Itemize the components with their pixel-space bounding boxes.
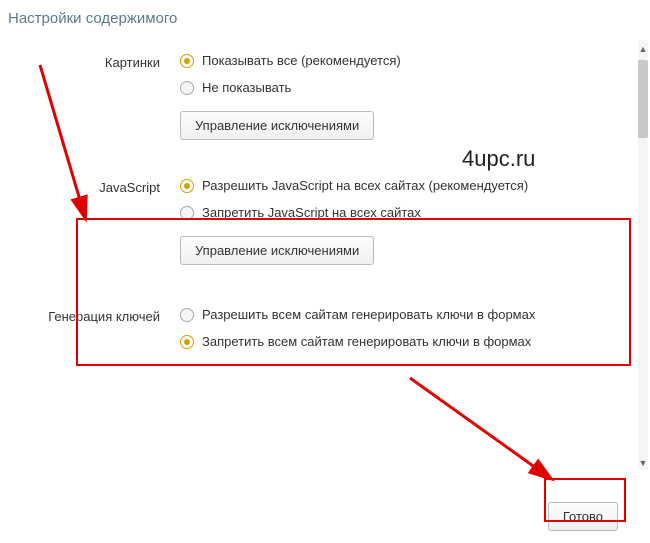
done-button[interactable]: Готово xyxy=(548,502,618,531)
section-images: Картинки Показывать все (рекомендуется) … xyxy=(0,45,650,148)
radio-images-show[interactable]: Показывать все (рекомендуется) xyxy=(180,53,650,68)
radio-label: Разрешить JavaScript на всех сайтах (рек… xyxy=(202,178,528,193)
section-javascript-body: Разрешить JavaScript на всех сайтах (рек… xyxy=(180,178,650,265)
scroll-down-icon[interactable]: ▼ xyxy=(638,458,648,468)
radio-icon xyxy=(180,81,194,95)
radio-icon xyxy=(180,179,194,193)
radio-label: Не показывать xyxy=(202,80,291,95)
section-keygen-label: Генерация ключей xyxy=(0,307,180,361)
section-keygen-body: Разрешить всем сайтам генерировать ключи… xyxy=(180,307,650,361)
radio-icon xyxy=(180,206,194,220)
radio-icon xyxy=(180,335,194,349)
radio-js-block[interactable]: Запретить JavaScript на всех сайтах xyxy=(180,205,650,220)
scrollbar-thumb[interactable] xyxy=(638,60,648,138)
radio-images-hide[interactable]: Не показывать xyxy=(180,80,650,95)
content-area: Картинки Показывать все (рекомендуется) … xyxy=(0,45,650,369)
radio-keygen-block[interactable]: Запретить всем сайтам генерировать ключи… xyxy=(180,334,650,349)
radio-label: Запретить всем сайтам генерировать ключи… xyxy=(202,334,531,349)
radio-icon xyxy=(180,54,194,68)
watermark-text: 4upc.ru xyxy=(462,146,535,172)
radio-label: Разрешить всем сайтам генерировать ключи… xyxy=(202,307,535,322)
manage-exceptions-button[interactable]: Управление исключениями xyxy=(180,236,374,265)
section-images-body: Показывать все (рекомендуется) Не показы… xyxy=(180,53,650,140)
section-javascript: JavaScript Разрешить JavaScript на всех … xyxy=(0,170,650,273)
section-images-label: Картинки xyxy=(0,53,180,140)
scroll-up-icon[interactable]: ▲ xyxy=(638,44,648,54)
section-keygen: Генерация ключей Разрешить всем сайтам г… xyxy=(0,299,650,369)
radio-label: Запретить JavaScript на всех сайтах xyxy=(202,205,421,220)
section-javascript-label: JavaScript xyxy=(0,178,180,265)
annotation-arrow-icon xyxy=(400,368,600,508)
radio-keygen-allow[interactable]: Разрешить всем сайтам генерировать ключи… xyxy=(180,307,650,322)
page-title: Настройки содержимого xyxy=(0,0,650,45)
radio-label: Показывать все (рекомендуется) xyxy=(202,53,401,68)
radio-js-allow[interactable]: Разрешить JavaScript на всех сайтах (рек… xyxy=(180,178,650,193)
radio-icon xyxy=(180,308,194,322)
manage-exceptions-button[interactable]: Управление исключениями xyxy=(180,111,374,140)
